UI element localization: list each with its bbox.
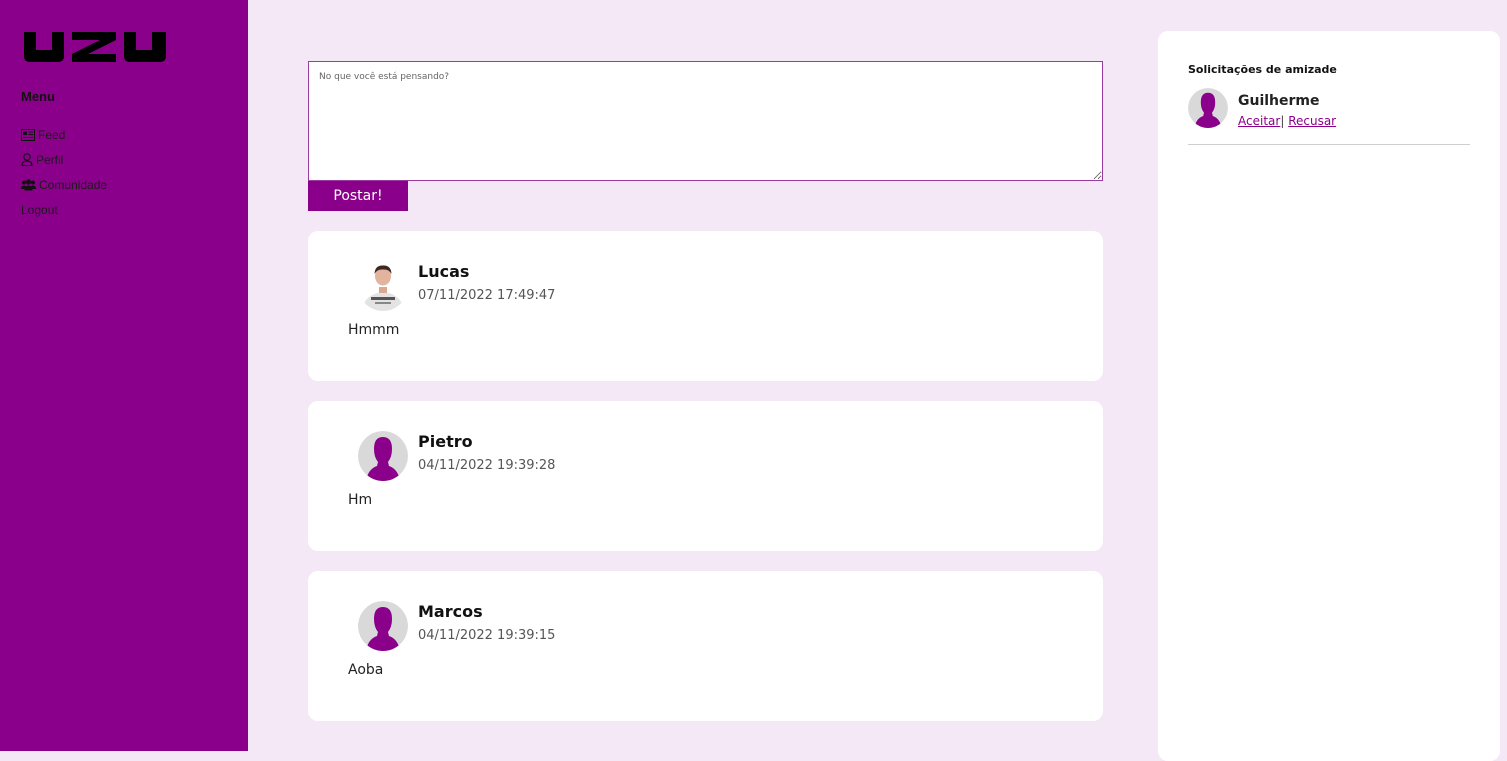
- default-avatar-icon: [358, 431, 408, 481]
- avatar[interactable]: [358, 601, 408, 651]
- post-timestamp: 04/11/2022 19:39:15: [418, 628, 556, 643]
- default-avatar-icon: [358, 601, 408, 651]
- post-composer-input[interactable]: [308, 61, 1103, 181]
- post-submit-button[interactable]: Postar!: [308, 181, 408, 211]
- sidebar-item-label: Perfil: [36, 152, 64, 167]
- avatar[interactable]: [358, 261, 408, 311]
- action-separator: |: [1280, 114, 1285, 128]
- sidebar-item-feed[interactable]: Feed: [21, 122, 107, 147]
- menu-title: Menu: [21, 89, 55, 104]
- avatar[interactable]: [358, 431, 408, 481]
- friend-request-name[interactable]: Guilherme: [1238, 93, 1320, 109]
- logo-graphic: [24, 32, 166, 62]
- post-body: Hmmm: [348, 322, 400, 338]
- uzu-logo[interactable]: [22, 30, 168, 69]
- post-body: Aoba: [348, 662, 384, 678]
- user-icon: [21, 153, 33, 166]
- post-timestamp: 04/11/2022 19:39:28: [418, 458, 556, 473]
- post-author[interactable]: Marcos: [418, 602, 483, 621]
- sidebar-item-label: Logout: [21, 202, 58, 217]
- divider: [1188, 144, 1470, 145]
- avatar[interactable]: [1188, 88, 1228, 128]
- accept-request-link[interactable]: Aceitar: [1238, 114, 1280, 128]
- reject-request-link[interactable]: Recusar: [1288, 114, 1336, 128]
- sidebar-item-label: Comunidade: [39, 177, 108, 192]
- sidebar-item-label: Feed: [38, 127, 66, 142]
- post-body: Hm: [348, 492, 373, 508]
- default-avatar-icon: [1188, 88, 1228, 128]
- sidebar: Menu Feed Perfil Comunidade Logout: [0, 0, 248, 751]
- post-card: Lucas 07/11/2022 17:49:47 Hmmm: [308, 231, 1103, 381]
- post-author[interactable]: Pietro: [418, 432, 473, 451]
- newspaper-icon: [21, 128, 35, 141]
- sidebar-item-perfil[interactable]: Perfil: [21, 147, 107, 172]
- post-card: Pietro 04/11/2022 19:39:28 Hm: [308, 401, 1103, 551]
- sidebar-menu: Feed Perfil Comunidade Logout: [21, 122, 107, 222]
- post-author[interactable]: Lucas: [418, 262, 469, 281]
- friend-requests-panel: Solicitações de amizade Guilherme Aceita…: [1158, 31, 1500, 761]
- post-timestamp: 07/11/2022 17:49:47: [418, 288, 556, 303]
- users-icon: [21, 178, 36, 190]
- friend-request-actions: Aceitar| Recusar: [1238, 114, 1336, 128]
- sidebar-item-logout[interactable]: Logout: [21, 197, 107, 222]
- sidebar-item-comunidade[interactable]: Comunidade: [21, 172, 107, 197]
- friend-requests-title: Solicitações de amizade: [1188, 63, 1337, 76]
- post-card: Marcos 04/11/2022 19:39:15 Aoba: [308, 571, 1103, 721]
- user-photo-icon: [358, 261, 408, 311]
